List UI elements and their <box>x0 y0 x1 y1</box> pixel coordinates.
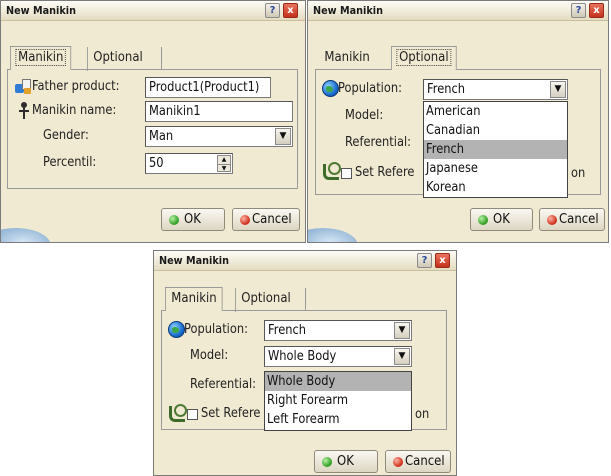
chevron-down-icon[interactable]: ▼ <box>394 322 410 339</box>
tab-manikin[interactable]: Manikin <box>10 46 72 70</box>
referential-label: Referential: <box>345 135 411 150</box>
set-reference-label: Set Refere <box>355 165 415 180</box>
globe-icon <box>168 321 185 338</box>
ok-dot-icon <box>478 215 488 225</box>
tab-manikin[interactable]: Manikin <box>319 47 375 71</box>
list-item[interactable]: Japanese <box>424 159 567 178</box>
referential-icon <box>169 404 187 422</box>
dialog-titlebar[interactable]: New Manikin ? x <box>308 1 608 21</box>
dialog-title: New Manikin <box>313 4 384 17</box>
set-reference-checkbox[interactable] <box>341 168 352 179</box>
manikin-name-label: Manikin name: <box>32 103 117 118</box>
cancel-dot-icon <box>393 457 403 467</box>
referential-label: Referential: <box>190 377 256 392</box>
chevron-down-icon[interactable]: ▼ <box>550 81 566 98</box>
cancel-dot-icon <box>240 215 250 225</box>
close-icon[interactable]: x <box>283 3 298 18</box>
chevron-down-icon[interactable]: ▼ <box>275 128 291 145</box>
tab-optional[interactable]: Optional <box>235 288 296 312</box>
model-dropdown-list[interactable]: Whole Body Right Forearm Left Forearm <box>264 371 412 431</box>
population-select[interactable]: French ▼ <box>264 320 412 341</box>
percentil-label: Percentil: <box>43 155 97 170</box>
chevron-down-icon[interactable]: ▼ <box>394 348 410 365</box>
globe-icon <box>322 80 339 97</box>
ok-button[interactable]: OK <box>470 208 533 231</box>
gender-label: Gender: <box>43 128 89 143</box>
list-item[interactable]: Korean <box>424 178 567 197</box>
new-manikin-dialog-manikin-tab: New Manikin ? x Manikin Optional Father … <box>0 0 306 243</box>
population-label: Population: <box>338 81 402 96</box>
set-reference-checkbox[interactable] <box>187 409 198 420</box>
list-item[interactable]: American <box>424 102 567 121</box>
population-label: Population: <box>184 322 248 337</box>
ok-dot-icon <box>322 457 332 467</box>
spinner-icon[interactable]: ▲ ▼ <box>217 155 231 172</box>
manikin-name-input[interactable]: Manikin1 <box>145 101 293 122</box>
close-icon[interactable]: x <box>589 3 604 18</box>
father-product-field[interactable]: Product1(Product1) <box>145 77 271 98</box>
percentil-stepper[interactable]: 50 ▲ ▼ <box>145 153 233 174</box>
ok-button[interactable]: OK <box>314 450 378 473</box>
model-label: Model: <box>190 348 229 363</box>
help-icon[interactable]: ? <box>417 253 432 268</box>
cancel-button[interactable]: Cancel <box>539 208 605 231</box>
cancel-dot-icon <box>547 215 557 225</box>
manikin-icon <box>18 102 30 120</box>
list-item[interactable]: Right Forearm <box>265 391 411 410</box>
ok-button[interactable]: OK <box>161 208 225 231</box>
population-select[interactable]: French ▼ <box>423 79 568 100</box>
decoration-swoosh <box>1 228 51 242</box>
tab-optional[interactable]: Optional <box>87 47 148 71</box>
referential-icon <box>323 162 341 180</box>
model-label: Model: <box>345 108 384 123</box>
dialog-title: New Manikin <box>6 4 77 17</box>
list-item[interactable]: Canadian <box>424 121 567 140</box>
gender-select[interactable]: Man ▼ <box>145 126 293 147</box>
dialog-titlebar[interactable]: New Manikin ? x <box>1 1 305 21</box>
help-icon[interactable]: ? <box>265 3 280 18</box>
cancel-button[interactable]: Cancel <box>232 208 300 231</box>
list-item[interactable]: Left Forearm <box>265 410 411 429</box>
tab-optional[interactable]: Optional <box>391 46 457 70</box>
list-item-selected[interactable]: French <box>424 140 567 159</box>
new-manikin-dialog-model: New Manikin ? x Manikin Optional Populat… <box>153 250 457 476</box>
decoration-swoosh <box>308 228 358 242</box>
set-reference-label: Set Refere <box>201 406 261 421</box>
help-icon[interactable]: ? <box>571 3 586 18</box>
population-dropdown-list[interactable]: American Canadian French Japanese Korean <box>423 101 568 198</box>
new-manikin-dialog-population: New Manikin ? x Manikin Optional Populat… <box>307 0 609 243</box>
set-reference-label-tail: on <box>571 166 586 181</box>
father-product-label: Father product: <box>32 79 120 94</box>
dialog-titlebar[interactable]: New Manikin ? x <box>154 251 456 271</box>
product-icon <box>15 78 33 96</box>
tab-manikin[interactable]: Manikin <box>165 287 223 311</box>
set-reference-label-tail: on <box>415 407 430 422</box>
cancel-button[interactable]: Cancel <box>385 450 451 473</box>
close-icon[interactable]: x <box>435 253 450 268</box>
model-select[interactable]: Whole Body ▼ <box>264 346 412 367</box>
ok-dot-icon <box>169 215 179 225</box>
list-item-selected[interactable]: Whole Body <box>265 372 411 391</box>
dialog-title: New Manikin <box>159 254 230 267</box>
